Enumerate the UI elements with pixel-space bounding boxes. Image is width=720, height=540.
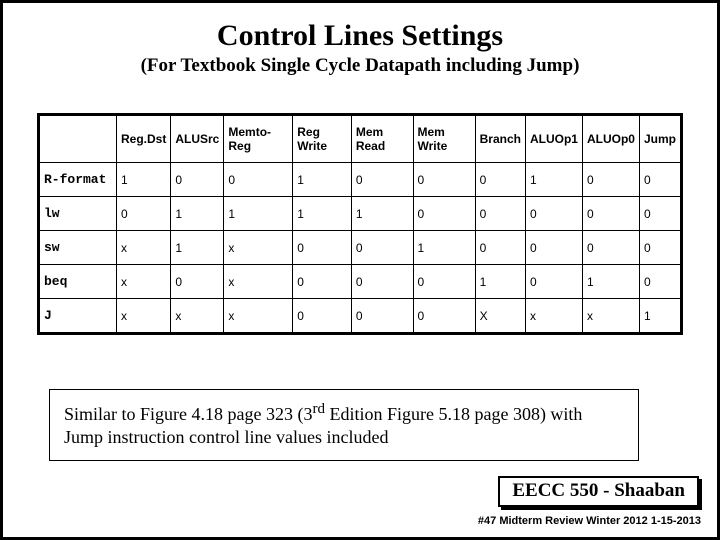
cell: 0 (171, 163, 224, 197)
cell: 1 (413, 231, 475, 265)
cell: 0 (117, 197, 171, 231)
cell: 0 (413, 299, 475, 334)
cell: 1 (293, 163, 352, 197)
cell: 0 (413, 163, 475, 197)
col-header-alusrc: ALUSrc (171, 115, 224, 163)
cell: 1 (582, 265, 639, 299)
cell: 0 (351, 231, 413, 265)
slide-frame: Control Lines Settings (For Textbook Sin… (0, 0, 720, 540)
col-header-regwrite: Reg Write (293, 115, 352, 163)
table-row: J x x x 0 0 0 X x x 1 (39, 299, 682, 334)
note-text-pre: Similar to Figure 4.18 page 323 (3 (64, 404, 312, 424)
control-lines-table: Reg.Dst ALUSrc Memto-Reg Reg Write Mem R… (37, 113, 683, 335)
cell: 0 (582, 197, 639, 231)
cell: 0 (475, 231, 525, 265)
cell: 0 (639, 197, 681, 231)
row-name: lw (39, 197, 117, 231)
page-title: Control Lines Settings (27, 19, 693, 53)
cell: x (525, 299, 582, 334)
cell: x (224, 299, 293, 334)
row-name: beq (39, 265, 117, 299)
cell: x (224, 231, 293, 265)
cell: x (171, 299, 224, 334)
cell: 0 (582, 231, 639, 265)
cell: 0 (224, 163, 293, 197)
col-header-memwrite: Mem Write (413, 115, 475, 163)
cell: 1 (351, 197, 413, 231)
cell: 1 (525, 163, 582, 197)
col-header-jump: Jump (639, 115, 681, 163)
row-name: J (39, 299, 117, 334)
cell: 0 (293, 231, 352, 265)
cell: 0 (351, 299, 413, 334)
cell: 0 (582, 163, 639, 197)
cell: 0 (413, 197, 475, 231)
cell: x (117, 231, 171, 265)
cell: 0 (639, 231, 681, 265)
cell: x (117, 265, 171, 299)
cell: 1 (117, 163, 171, 197)
cell: 1 (171, 197, 224, 231)
cell: x (117, 299, 171, 334)
cell: x (582, 299, 639, 334)
col-header-aluop1: ALUOp1 (525, 115, 582, 163)
table-row: lw 0 1 1 1 1 0 0 0 0 0 (39, 197, 682, 231)
cell: 0 (351, 163, 413, 197)
col-header-memtoreg: Memto-Reg (224, 115, 293, 163)
figure-note: Similar to Figure 4.18 page 323 (3rd Edi… (49, 389, 639, 461)
cell: 0 (351, 265, 413, 299)
table-row: R-format 1 0 0 1 0 0 0 1 0 0 (39, 163, 682, 197)
cell: 1 (171, 231, 224, 265)
cell: 0 (293, 299, 352, 334)
cell: 0 (525, 197, 582, 231)
cell: 0 (525, 265, 582, 299)
col-header-branch: Branch (475, 115, 525, 163)
col-header-regdst: Reg.Dst (117, 115, 171, 163)
cell: 0 (525, 231, 582, 265)
row-name: sw (39, 231, 117, 265)
col-header-instruction (39, 115, 117, 163)
cell: 0 (171, 265, 224, 299)
course-footer: EECC 550 - Shaaban (498, 476, 699, 507)
table-header-row: Reg.Dst ALUSrc Memto-Reg Reg Write Mem R… (39, 115, 682, 163)
note-sup: rd (312, 401, 325, 417)
slide-meta-footer: #47 Midterm Review Winter 2012 1-15-2013 (478, 515, 701, 527)
cell: 0 (293, 265, 352, 299)
page-subtitle: (For Textbook Single Cycle Datapath incl… (27, 55, 693, 77)
cell: 0 (639, 163, 681, 197)
cell: x (224, 265, 293, 299)
cell: 0 (413, 265, 475, 299)
cell: 0 (475, 163, 525, 197)
cell: 1 (224, 197, 293, 231)
cell: 1 (639, 299, 681, 334)
control-table-wrap: Reg.Dst ALUSrc Memto-Reg Reg Write Mem R… (37, 113, 683, 335)
table-row: sw x 1 x 0 0 1 0 0 0 0 (39, 231, 682, 265)
cell: X (475, 299, 525, 334)
cell: 0 (639, 265, 681, 299)
table-row: beq x 0 x 0 0 0 1 0 1 0 (39, 265, 682, 299)
row-name: R-format (39, 163, 117, 197)
col-header-memread: Mem Read (351, 115, 413, 163)
col-header-aluop0: ALUOp0 (582, 115, 639, 163)
cell: 0 (475, 197, 525, 231)
cell: 1 (475, 265, 525, 299)
cell: 1 (293, 197, 352, 231)
